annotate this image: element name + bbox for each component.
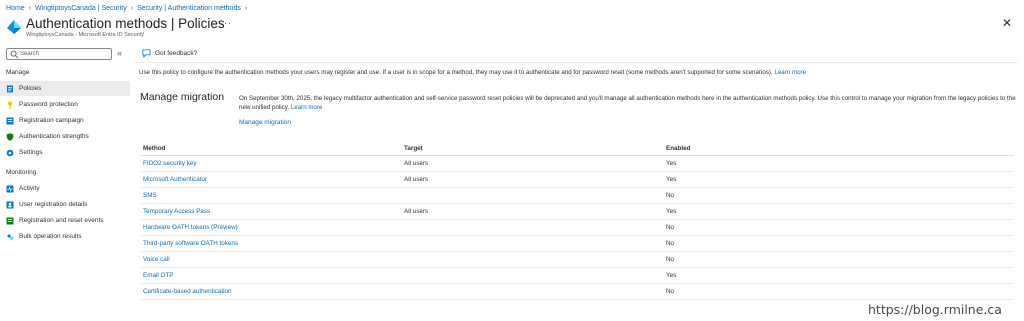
user-icon <box>6 201 14 208</box>
target-cell: All users <box>404 208 429 215</box>
sidebar-item-user-registration-details[interactable]: User registration details <box>0 197 130 212</box>
section-monitoring: Monitoring <box>6 169 37 176</box>
breadcrumb-auth-methods[interactable]: Security | Authentication methods <box>137 5 241 12</box>
enabled-cell: Yes <box>666 272 677 279</box>
shield-icon <box>6 132 14 141</box>
manage-migration-link[interactable]: Manage migration <box>239 119 291 126</box>
sidebar-item-bulk-operation-results[interactable]: Bulk operation results <box>0 229 130 244</box>
bulk-icon <box>7 234 14 240</box>
enabled-cell: No <box>666 288 675 295</box>
table-row: SMS No <box>140 188 1014 204</box>
column-header-method: Method <box>143 145 166 152</box>
intro-text: Use this policy to configure the authent… <box>139 69 806 76</box>
feedback-icon <box>142 49 151 58</box>
sidebar-item-label: Policies <box>19 85 42 92</box>
migration-body: On September 30th, 2025, the legacy mult… <box>239 95 1016 111</box>
breadcrumb: Home › WingtiptoysCanada | Security › Se… <box>6 3 251 13</box>
feedback-label: Got feedback? <box>155 50 198 57</box>
close-icon[interactable]: ✕ <box>1002 16 1012 30</box>
table-row: Third-party software OATH tokens No <box>140 236 1014 252</box>
entra-id-icon <box>7 20 21 34</box>
sidebar-item-activity[interactable]: Activity <box>0 181 130 196</box>
intro-learn-more-link[interactable]: Learn more <box>774 69 806 76</box>
chevron-right-icon: › <box>130 4 134 12</box>
table-row: Hardware OATH tokens (Preview) No <box>140 220 1014 236</box>
collapse-sidebar-icon[interactable]: « <box>117 48 122 58</box>
method-link[interactable]: SMS <box>143 192 157 199</box>
enabled-cell: Yes <box>666 176 677 183</box>
target-cell: All users <box>404 160 429 167</box>
sidebar-item-label: Activity <box>19 185 40 192</box>
enabled-cell: No <box>666 240 675 247</box>
column-header-target: Target <box>404 145 423 152</box>
column-header-enabled: Enabled <box>666 145 691 152</box>
events-icon <box>6 217 14 224</box>
sidebar-item-password-protection[interactable]: Password protection <box>0 97 130 112</box>
table-header: Method Target Enabled <box>140 142 1014 156</box>
sidebar: « Manage Policies Password protection Re… <box>0 46 130 321</box>
enabled-cell: Yes <box>666 208 677 215</box>
registration-icon <box>6 117 14 124</box>
table-row: Certificate-based authentication No <box>140 284 1014 300</box>
page-title: Authentication methods | Policies <box>26 16 225 31</box>
more-options-icon[interactable]: ··· <box>220 18 232 28</box>
sidebar-item-label: Authentication strengths <box>19 133 89 140</box>
enabled-cell: No <box>666 256 675 263</box>
sidebar-item-settings[interactable]: Settings <box>0 145 130 160</box>
page-header: Authentication methods | Policies ··· Wi… <box>6 14 1022 40</box>
main-content: Got feedback? Use this policy to configu… <box>134 46 1022 321</box>
sidebar-item-label: Password protection <box>19 101 78 108</box>
sidebar-item-registration-campaign[interactable]: Registration campaign <box>0 113 130 128</box>
gear-icon <box>6 149 14 156</box>
method-link[interactable]: Voice call <box>143 256 170 263</box>
watermark: https://blog.rmilne.ca <box>868 302 1002 317</box>
method-link[interactable]: Hardware OATH tokens (Preview) <box>143 224 238 231</box>
breadcrumb-home[interactable]: Home <box>6 5 25 12</box>
policies-icon <box>7 85 13 92</box>
sidebar-item-label: Bulk operation results <box>19 233 82 240</box>
migration-learn-more-link[interactable]: Learn more <box>291 104 323 111</box>
feedback-button[interactable]: Got feedback? <box>142 49 197 58</box>
sidebar-item-authentication-strengths[interactable]: Authentication strengths <box>0 129 130 144</box>
table-row: FIDO2 security key All users Yes <box>140 156 1014 172</box>
table-row: Microsoft Authenticator All users Yes <box>140 172 1014 188</box>
breadcrumb-security[interactable]: WingtiptoysCanada | Security <box>35 5 127 12</box>
method-link[interactable]: Microsoft Authenticator <box>143 176 207 183</box>
table-row: Voice call No <box>140 252 1014 268</box>
migration-heading: Manage migration <box>140 91 225 103</box>
page-subtitle: WingtiptoysCanada - Microsoft Entra ID S… <box>26 32 144 38</box>
search-icon <box>10 50 19 59</box>
search-input[interactable] <box>20 49 108 59</box>
sidebar-item-label: User registration details <box>19 201 88 208</box>
sidebar-item-label: Registration campaign <box>19 117 84 124</box>
chevron-right-icon: › <box>244 4 248 12</box>
methods-table: Method Target Enabled FIDO2 security key… <box>140 142 1014 300</box>
method-link[interactable]: FIDO2 security key <box>143 160 197 167</box>
method-link[interactable]: Certificate-based authentication <box>143 288 232 295</box>
chevron-right-icon: › <box>28 4 32 12</box>
enabled-cell: Yes <box>666 160 677 167</box>
sidebar-item-policies[interactable]: Policies <box>0 81 130 96</box>
target-cell: All users <box>404 176 429 183</box>
activity-icon <box>6 185 14 192</box>
divider <box>134 62 1018 63</box>
method-link[interactable]: Third-party software OATH tokens <box>143 240 238 247</box>
enabled-cell: No <box>666 192 675 199</box>
key-icon <box>8 101 12 109</box>
table-row: Email OTP Yes <box>140 268 1014 284</box>
sidebar-item-label: Registration and reset events <box>19 217 104 224</box>
intro-body: Use this policy to configure the authent… <box>139 69 773 76</box>
sidebar-item-label: Settings <box>19 149 43 156</box>
method-link[interactable]: Email OTP <box>143 272 173 279</box>
enabled-cell: No <box>666 224 675 231</box>
sidebar-item-registration-and-reset-events[interactable]: Registration and reset events <box>0 213 130 228</box>
table-row: Temporary Access Pass All users Yes <box>140 204 1014 220</box>
migration-text: On September 30th, 2025, the legacy mult… <box>239 94 1019 112</box>
section-manage: Manage <box>6 69 30 76</box>
sidebar-search[interactable] <box>6 48 112 60</box>
method-link[interactable]: Temporary Access Pass <box>143 208 210 215</box>
